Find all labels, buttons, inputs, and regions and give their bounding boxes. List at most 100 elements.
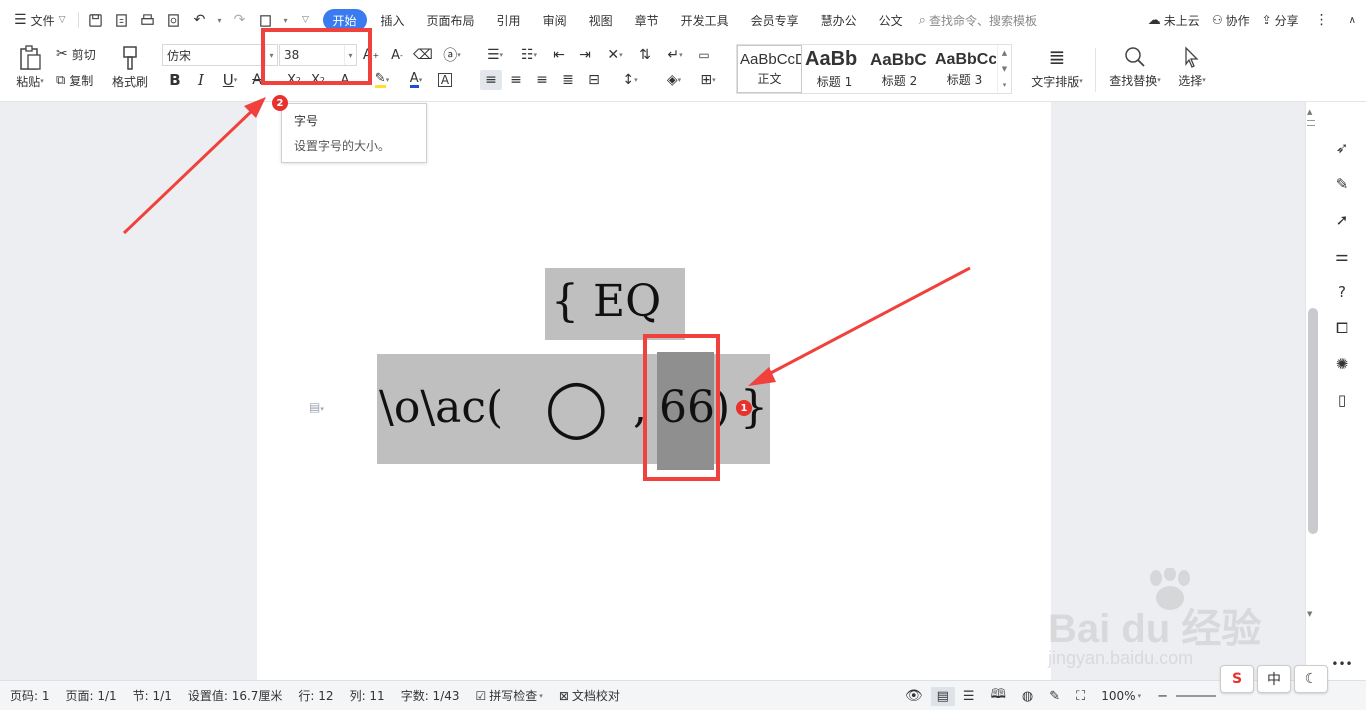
chinese-layout-icon[interactable]: ✕ ▾ (602, 46, 628, 64)
tab-chapter[interactable]: 章节 (627, 8, 667, 32)
share-button[interactable]: ⇪ 分享 (1256, 8, 1305, 32)
enclosed-circle[interactable]: ◯ (545, 380, 608, 436)
pen-icon[interactable]: ✎ (1332, 174, 1352, 194)
copy-button[interactable]: ⧉ 复制 (56, 70, 93, 90)
paste-button[interactable]: 粘贴 ▾ (10, 42, 50, 92)
text-layout-button[interactable]: ≣ 文字排版 ▾ (1026, 42, 1088, 92)
zoom-select[interactable]: 100% ▾ (1093, 689, 1149, 703)
chevron-down-icon[interactable]: ▾ (215, 9, 225, 31)
print-preview-icon[interactable] (163, 9, 185, 31)
borders-icon[interactable]: ⊞ ▾ (694, 71, 722, 89)
outline-view-icon[interactable]: ☰ (955, 689, 983, 704)
underline-icon[interactable]: U ▾ (216, 71, 244, 89)
status-setting[interactable]: 设置值: 16.7厘米 (180, 687, 291, 704)
chevron-down-icon: ▾ (1137, 692, 1142, 700)
reading-view-icon[interactable]: 🕮 (983, 685, 1014, 707)
web-view-icon[interactable]: ◍ (1014, 689, 1041, 704)
style-heading-1[interactable]: AaBb 标题 1 (802, 45, 867, 93)
command-search[interactable]: ⌕ 查找命令、搜索模板 (919, 12, 1037, 29)
more-icon[interactable]: ⋮ (1305, 8, 1339, 32)
cloud-status-button[interactable]: ☁ 未上云 (1142, 8, 1206, 32)
zoom-slider[interactable] (1176, 695, 1216, 697)
spell-check-button[interactable]: ☑ 拼写检查 ▾ (468, 687, 551, 704)
scroll-thumb[interactable] (1308, 308, 1318, 534)
tab-view[interactable]: 视图 (581, 8, 621, 32)
tab-references[interactable]: 引用 (489, 8, 529, 32)
align-center-icon[interactable]: ≡ (506, 71, 526, 89)
tab-official-doc[interactable]: 公文 (871, 8, 911, 32)
tab-developer[interactable]: 开发工具 (673, 8, 737, 32)
brand-icon[interactable]: ⧠ (1332, 318, 1352, 338)
bulb-icon[interactable]: ✺ (1332, 354, 1352, 374)
tab-page-layout[interactable]: 页面布局 (419, 8, 483, 32)
line-spacing-icon[interactable]: ↕ ▾ (616, 71, 644, 89)
status-col[interactable]: 列: 11 (342, 687, 393, 704)
decrease-font-icon[interactable]: A- (388, 46, 406, 64)
clear-format-icon[interactable]: ⌫ (413, 46, 433, 64)
save-icon[interactable] (85, 9, 107, 31)
paragraph-handle-icon[interactable]: ▤▾ (309, 400, 324, 414)
bold-icon[interactable]: B (166, 71, 184, 89)
book-icon[interactable]: ▯ (1332, 390, 1352, 410)
align-left-icon[interactable]: ≡ (480, 70, 502, 90)
status-row[interactable]: 行: 12 (290, 687, 341, 704)
find-replace-button[interactable]: 查找替换 ▾ (1104, 42, 1166, 92)
select-button[interactable]: 选择 ▾ (1170, 42, 1214, 92)
tab-insert[interactable]: 插入 (373, 8, 413, 32)
status-page-num[interactable]: 页码: 1 (0, 687, 58, 704)
sogou-logo-icon[interactable]: S (1220, 665, 1254, 693)
field-open-text[interactable]: { EQ (551, 280, 661, 324)
collapse-ribbon-icon[interactable]: ∧ (1339, 8, 1366, 32)
ruler-icon[interactable]: ▭ (694, 46, 714, 64)
zoom-out-icon[interactable]: − (1149, 689, 1176, 704)
decrease-indent-icon[interactable]: ⇤ (550, 46, 568, 64)
format-painter-button[interactable]: 格式刷 (108, 42, 152, 92)
phonetic-icon[interactable]: ⓐ ▾ (440, 46, 464, 64)
redo-icon[interactable]: ↷ (229, 9, 251, 31)
scroll-up-icon[interactable]: ▲ (1307, 108, 1312, 116)
page-view-icon[interactable]: ▤ (930, 686, 955, 706)
sort-icon[interactable]: ⇅ (636, 46, 654, 64)
write-view-icon[interactable]: ✎ (1041, 689, 1068, 704)
field-code-text[interactable]: \o\ac( (379, 386, 503, 430)
file-menu[interactable]: ☰ 文件 ▽ (0, 8, 74, 32)
status-section[interactable]: 节: 1/1 (125, 687, 180, 704)
scroll-down-icon[interactable]: ▼ (1307, 610, 1312, 618)
italic-icon[interactable]: I (192, 71, 210, 89)
fit-page-icon[interactable]: ⛶ (1068, 689, 1093, 704)
print-icon[interactable] (137, 9, 159, 31)
status-page[interactable]: 页面: 1/1 (58, 687, 125, 704)
status-word-count[interactable]: 字数: 1/43 (393, 687, 468, 704)
moon-icon[interactable]: ☾ (1294, 665, 1328, 693)
cut-button[interactable]: ✂ 剪切 (56, 44, 96, 64)
numbered-list-icon[interactable]: ☷ ▾ (516, 46, 542, 64)
style-normal[interactable]: AaBbCcDd 正文 (737, 45, 802, 93)
export-pdf-icon[interactable] (111, 9, 133, 31)
align-right-icon[interactable]: ≡ (532, 71, 552, 89)
tab-smart-office[interactable]: 慧办公 (813, 8, 865, 32)
highlight-icon[interactable]: ✎ ▾ (368, 71, 396, 89)
adjust-icon[interactable]: ⚌ (1332, 246, 1352, 266)
font-color-icon[interactable]: A ▾ (402, 71, 430, 89)
style-heading-3[interactable]: AaBbCc 标题 3 (932, 45, 997, 93)
tab-review[interactable]: 审阅 (535, 8, 575, 32)
distribute-icon[interactable]: ⊟ (584, 71, 604, 89)
tab-member[interactable]: 会员专享 (743, 8, 807, 32)
bullet-list-icon[interactable]: ☰ ▾ (482, 46, 508, 64)
increase-indent-icon[interactable]: ⇥ (576, 46, 594, 64)
show-marks-icon[interactable]: ↵ ▾ (662, 46, 688, 64)
doc-check-button[interactable]: ⊠ 文档校对 (551, 687, 628, 704)
rocket-icon[interactable]: ➶ (1332, 138, 1352, 158)
style-heading-2[interactable]: AaBbC 标题 2 (867, 45, 932, 93)
char-border-icon[interactable]: A (436, 71, 454, 89)
eye-protection-icon[interactable]: 👁 (897, 688, 931, 704)
collab-button[interactable]: ⚇ 协作 (1206, 8, 1256, 32)
justify-icon[interactable]: ≣ (558, 71, 578, 89)
pointer-icon[interactable]: ➚ (1332, 210, 1352, 230)
ime-mode-button[interactable]: 中 (1257, 665, 1291, 693)
help-icon[interactable]: ? (1332, 282, 1352, 302)
styles-scroll[interactable]: ▲ ▼ ▾ (997, 45, 1011, 93)
shading-icon[interactable]: ◈ ▾ (660, 71, 688, 89)
undo-icon[interactable]: ↶ (189, 9, 211, 31)
chevron-down-icon: ▾ (40, 77, 44, 85)
